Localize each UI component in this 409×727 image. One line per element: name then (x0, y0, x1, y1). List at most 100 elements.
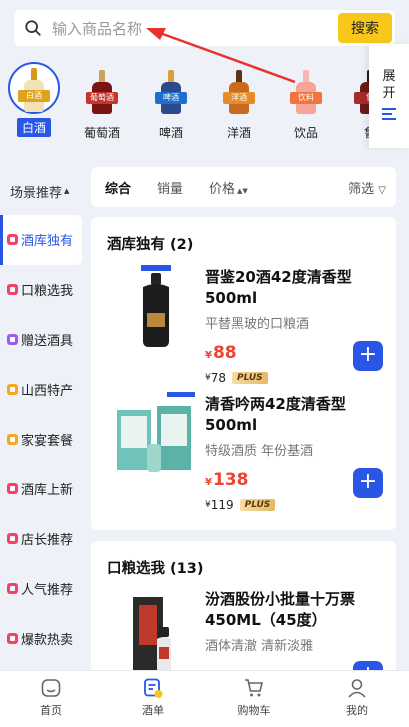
tab-label: 购物车 (237, 704, 271, 717)
category-tag: 饮料 (290, 92, 322, 104)
home-icon (41, 679, 61, 697)
fire-icon (7, 632, 18, 644)
sidebar-item-shanxi[interactable]: 山西特产 (0, 364, 84, 414)
tab-cart[interactable]: 购物车 (224, 677, 284, 718)
sort-price[interactable]: 价格 ▲▼ (209, 178, 248, 197)
product-item[interactable]: 晋鉴20酒42度清香型500ml 平替黑玻的口粮酒 ¥88 ¥78 PLUS + (91, 265, 396, 385)
bottle-icon: 饮料 (290, 70, 322, 114)
bag-icon (7, 234, 18, 246)
tab-label: 酒单 (142, 704, 164, 717)
sidebar-item-label: 店长推荐 (21, 533, 74, 549)
scene-sidebar: 场景推荐 ▲ 酒库独有 口粮选我 赠送酒具 山西特产 家宴套餐 酒库上新 店长推… (0, 167, 84, 670)
sidebar-item-manager[interactable]: 店长推荐 (0, 514, 84, 564)
sidebar-header[interactable]: 场景推荐 ▲ (0, 167, 84, 215)
currency-symbol: ¥ (205, 477, 212, 488)
sidebar-item-label: 赠送酒具 (21, 333, 74, 349)
sidebar-item-label: 酒库上新 (21, 483, 74, 499)
funnel-icon: ▽ (378, 184, 386, 196)
plus-price-value: 119 (210, 498, 234, 512)
plus-price-value: 78 (210, 371, 227, 385)
sidebar-item-label: 山西特产 (21, 383, 74, 399)
product-desc: 酒体清澈 清新淡雅 (205, 639, 314, 654)
gift-icon (7, 333, 18, 345)
sort-price-label: 价格 (209, 181, 236, 197)
category-tag: 洋酒 (223, 92, 255, 104)
category-item-beer[interactable]: 啤酒 啤酒 (141, 62, 201, 141)
category-image: 啤酒 (145, 62, 197, 114)
category-item-foreign[interactable]: 洋酒 洋酒 (209, 62, 269, 141)
user-icon (348, 679, 366, 698)
tab-profile[interactable]: 我的 (327, 677, 387, 718)
sort-filter-bar: 综合 销量 价格 ▲▼ 筛选 ▽ (91, 167, 396, 207)
local-icon (7, 383, 18, 395)
product-desc: 平替黑玻的口粮酒 (205, 317, 310, 332)
currency-symbol: ¥ (205, 350, 212, 361)
product-name: 清香吟两42度清香型500ml (205, 395, 346, 434)
filter-label: 筛选 (348, 181, 375, 197)
cart-icon (245, 679, 264, 697)
sort-sales[interactable]: 销量 (157, 178, 183, 197)
bottle-icon: 白酒 (18, 68, 50, 112)
category-label: 葡萄酒 (83, 126, 120, 140)
product-item[interactable]: 清香吟两42度清香型500ml 特级酒质 年份基酒 ¥138 ¥119 PLUS … (91, 392, 396, 512)
tab-home[interactable]: 首页 (21, 677, 81, 718)
search-button[interactable]: 搜索 (338, 13, 392, 43)
product-image (141, 265, 171, 347)
filter-button[interactable]: 筛选 ▽ (348, 178, 386, 197)
category-image: 饮料 (280, 62, 332, 114)
price-value: 138 (212, 470, 249, 490)
product-name: 晋鉴20酒42度清香型500ml (205, 268, 352, 307)
section-title: 口粮选我 (13) (107, 561, 204, 577)
category-tag: 白酒 (18, 90, 50, 102)
sort-all[interactable]: 综合 (105, 178, 131, 197)
tab-label: 我的 (346, 704, 368, 717)
sidebar-item-family[interactable]: 家宴套餐 (0, 414, 84, 464)
plus-badge: PLUS (239, 499, 276, 511)
menu-icon (382, 108, 396, 120)
store-icon (7, 533, 18, 545)
sidebar-item-new[interactable]: 酒库上新 (0, 464, 84, 514)
bottle-icon: 啤酒 (155, 70, 187, 114)
plus-price: ¥119 PLUS (205, 498, 276, 512)
product-image (117, 392, 195, 472)
category-tag: 啤酒 (155, 92, 187, 104)
product-item[interactable]: 汾酒股份小批量十万票450ML（45度） 酒体清澈 清新淡雅 + (91, 587, 396, 670)
category-label: 白酒 (16, 118, 51, 137)
price-value: 88 (212, 343, 237, 363)
category-label: 洋酒 (226, 126, 251, 140)
add-to-cart-button[interactable]: + (353, 661, 383, 670)
category-image: 洋酒 (213, 62, 265, 114)
triangle-up-icon: ▲ (64, 187, 70, 195)
new-icon (7, 483, 18, 495)
sidebar-item-label: 家宴套餐 (21, 433, 74, 449)
search-input[interactable]: 输入商品名称 (52, 18, 338, 39)
tab-menu[interactable]: 酒单 (123, 677, 183, 718)
add-to-cart-button[interactable]: + (353, 341, 383, 371)
sidebar-item-daily[interactable]: 口粮选我 (0, 265, 84, 315)
plus-price: ¥78 PLUS (205, 371, 268, 385)
category-row: 白酒 白酒 葡萄酒 葡萄酒 啤酒 啤酒 洋酒 洋酒 饮料 饮品 展开 (0, 44, 409, 152)
sidebar-item-gift-ware[interactable]: 赠送酒具 (0, 315, 84, 365)
category-item-baijiu[interactable]: 白酒 白酒 (4, 62, 64, 137)
category-item-wine[interactable]: 葡萄酒 葡萄酒 (72, 62, 132, 141)
sidebar-item-label: 口粮选我 (21, 284, 74, 300)
package-icon (7, 433, 18, 445)
tab-label: 首页 (40, 704, 62, 717)
search-area: 输入商品名称 搜索 (0, 0, 409, 60)
bag-icon (7, 284, 18, 296)
search-bar[interactable]: 输入商品名称 搜索 (14, 10, 395, 46)
product-price: ¥88 (205, 343, 237, 363)
product-price: ¥138 (205, 470, 248, 490)
sidebar-item-label: 爆款热卖 (21, 632, 74, 648)
search-icon (25, 20, 41, 36)
sort-arrows-icon: ▲▼ (237, 186, 248, 195)
product-name: 汾酒股份小批量十万票450ML（45度） (205, 590, 356, 629)
sidebar-item-exclusive[interactable]: 酒库独有 (0, 215, 82, 265)
category-item-drinks[interactable]: 饮料 饮品 (276, 62, 336, 141)
sidebar-item-hot[interactable]: 爆款热卖 (0, 613, 84, 663)
sidebar-item-popular[interactable]: 人气推荐 (0, 564, 84, 614)
product-desc: 特级酒质 年份基酒 (205, 444, 314, 459)
category-image: 白酒 (8, 62, 60, 114)
add-to-cart-button[interactable]: + (353, 468, 383, 498)
expand-button[interactable]: 展开 (369, 44, 409, 148)
